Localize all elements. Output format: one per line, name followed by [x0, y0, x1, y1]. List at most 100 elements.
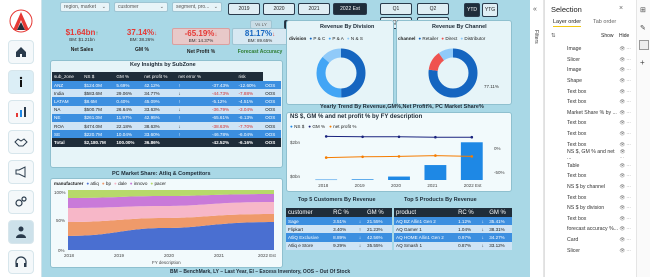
line-point[interactable] [361, 155, 364, 159]
table-row[interactable]: AQ HOME Allin1 Gen 2 0.97% ↓ 34.27% [394, 233, 512, 242]
line-point[interactable] [434, 135, 437, 139]
col-header[interactable]: RC % [456, 208, 480, 217]
col-header[interactable]: risk [236, 72, 264, 81]
eye-icon[interactable]: 👁 ⋯ [619, 99, 631, 105]
ytg-toggle[interactable]: YTG [482, 3, 498, 17]
layer-item[interactable]: Table 👁 ⋯ [545, 161, 637, 172]
layer-item[interactable]: Slicer 👁 ⋯ [545, 55, 637, 66]
table-row[interactable]: Atliq e Store 9.29% ↓ 35.55% [286, 241, 392, 250]
filters-tab[interactable]: « Filters [530, 0, 544, 277]
ns-bar[interactable] [460, 142, 483, 180]
close-icon[interactable]: × [619, 5, 623, 12]
layer-item[interactable]: Card 👁 ⋯ [545, 235, 637, 246]
region-slicer[interactable]: region, market ⌄ [60, 2, 110, 12]
eye-icon[interactable]: 👁 ⋯ [619, 184, 631, 190]
ns-bar[interactable] [424, 165, 447, 180]
table-row[interactable]: ROA $474.0M 22.18% 38.63% ↓ -38.63% -7.70% OOS [52, 121, 281, 131]
ns-bar[interactable] [351, 179, 374, 180]
layer-item[interactable]: Text box 👁 ⋯ [545, 171, 637, 182]
layer-item[interactable]: forecast accuracy %... 👁 ⋯ [545, 224, 637, 235]
line-point[interactable] [470, 135, 474, 139]
supply-chain-button[interactable] [8, 190, 34, 214]
layer-item[interactable]: NS $ by division 👁 ⋯ [545, 203, 637, 214]
line-point[interactable] [324, 135, 328, 138]
hide-all-button[interactable]: Hide [619, 33, 629, 39]
customer-slicer[interactable]: customer ⌄ [114, 2, 168, 12]
line-point[interactable] [470, 155, 474, 158]
sales-button[interactable] [8, 130, 34, 154]
year-2019[interactable]: 2019 [228, 3, 260, 15]
table-row[interactable]: NA $500.7M 26.64% 33.63% ↓ -36.79% -3.04% OOS [52, 105, 281, 114]
eye-icon[interactable]: 👁 ⋯ [619, 205, 631, 211]
table-row[interactable]: Sage 3.51% ↓ 21.55% [286, 217, 392, 226]
info-button[interactable] [8, 70, 34, 94]
eye-icon[interactable]: 👁 ⋯ [619, 216, 631, 222]
table-row[interactable]: SE $220.7M 10.04% 33.60% ↑ -46.78% -6.04% OOS [52, 130, 281, 139]
eye-icon[interactable]: 👁 ⋯ [619, 248, 631, 254]
market-share-chart[interactable]: 100% 50% 0% 2018 2019 2020 2021 2022 Est… [54, 188, 280, 266]
tab-layer-order[interactable]: Layer order [553, 19, 582, 27]
support-button[interactable] [8, 250, 34, 274]
layer-item[interactable]: Text box 👁 ⋯ [545, 192, 637, 203]
layer-item[interactable]: Text box 👁 ⋯ [545, 97, 637, 108]
vs-ly-button[interactable]: Vs LY [250, 20, 272, 29]
layer-item[interactable]: Image 👁 ⋯ [545, 44, 637, 55]
table-row[interactable]: AQ BZ Allin1 Gen 2 1.12% ↓ 35.41% [394, 217, 512, 226]
year-2021[interactable]: 2021 [298, 3, 330, 15]
year-2020[interactable]: 2020 [263, 3, 295, 15]
home-button[interactable] [8, 40, 34, 64]
eye-icon[interactable]: 👁 ⋯ [619, 149, 631, 161]
table-row[interactable]: Flipkart 3.40% ↑ 21.23% [286, 225, 392, 234]
collapse-icon[interactable]: « [533, 6, 537, 13]
show-all-button[interactable]: Show [601, 33, 614, 39]
eye-icon[interactable]: 👁 ⋯ [619, 67, 631, 73]
line-point[interactable] [397, 155, 401, 158]
col-header[interactable]: GM % [487, 208, 512, 217]
trend-chart[interactable]: $2bn $0bn 0% -50% 2018 2019 2020 2021 2022 Est [290, 130, 508, 190]
eye-icon[interactable]: 👁 ⋯ [619, 237, 631, 243]
eye-icon[interactable]: 👁 ⋯ [619, 57, 631, 63]
col-header[interactable]: customer [286, 208, 332, 217]
tab-tab-order[interactable]: Tab order [593, 19, 616, 25]
division-donut-chart[interactable] [312, 44, 370, 102]
line-point[interactable] [397, 135, 401, 139]
col-header[interactable]: RC % [331, 208, 357, 217]
toolbar-icon[interactable]: ⊞ [640, 6, 646, 14]
col-header[interactable]: GM % [114, 72, 143, 81]
col-header[interactable]: product [394, 208, 457, 217]
layer-item[interactable]: Image 👁 ⋯ [545, 65, 637, 76]
table-row[interactable]: AQ Gamer 1 1.04% ↓ 38.31% [394, 225, 512, 234]
table-row[interactable]: LATAM $8.6M 0.40% 45.09% ↑ -5.12% -4.51% OOS [52, 97, 281, 106]
eye-icon[interactable]: 👁 ⋯ [619, 131, 631, 137]
quarter-q2[interactable]: Q2 [417, 3, 449, 15]
eye-icon[interactable]: 👁 ⋯ [619, 89, 631, 95]
eye-icon[interactable]: 👁 ⋯ [619, 110, 631, 116]
layer-item[interactable]: NS $ by channel 👁 ⋯ [545, 182, 637, 193]
eye-icon[interactable]: 👁 ⋯ [619, 226, 631, 232]
segment-slicer[interactable]: segment, pro... ⌄ [172, 2, 222, 12]
table-row[interactable]: ANZ $124.0M 5.69% 42.12% ↑ -37.43% -12.60% OOS [52, 81, 281, 90]
layer-item[interactable]: Text box 👁 ⋯ [545, 129, 637, 140]
executive-button[interactable] [8, 220, 34, 244]
eye-icon[interactable]: 👁 ⋯ [619, 195, 631, 201]
channel-donut-chart[interactable] [424, 44, 482, 102]
col-header[interactable]: net profit % [142, 72, 177, 81]
layer-item[interactable]: Text box 👁 ⋯ [545, 118, 637, 129]
col-header[interactable]: GM % [365, 208, 392, 217]
format-icon[interactable]: ✎ [640, 24, 646, 32]
eye-icon[interactable]: 👁 ⋯ [619, 163, 631, 169]
line-point[interactable] [324, 156, 328, 159]
add-icon[interactable]: + [640, 58, 645, 67]
ns-bar[interactable] [388, 176, 410, 180]
ytd-toggle[interactable]: YTD [464, 3, 480, 17]
quarter-q1[interactable]: Q1 [380, 3, 412, 15]
eye-icon[interactable]: 👁 ⋯ [619, 78, 631, 84]
eye-icon[interactable]: 👁 ⋯ [619, 46, 631, 52]
line-point[interactable] [434, 154, 437, 157]
eye-icon[interactable]: 👁 ⋯ [619, 142, 631, 148]
layer-item[interactable]: NS $, GM % and net ... 👁 ⋯ [545, 149, 637, 161]
eye-icon[interactable]: 👁 ⋯ [619, 120, 631, 126]
col-header[interactable]: NS $ [82, 72, 115, 81]
eye-icon[interactable]: 👁 ⋯ [619, 173, 631, 179]
table-row[interactable]: India $583.6M 29.06% 34.77% ↓ -44.73% -7.88% OO… [52, 89, 281, 98]
